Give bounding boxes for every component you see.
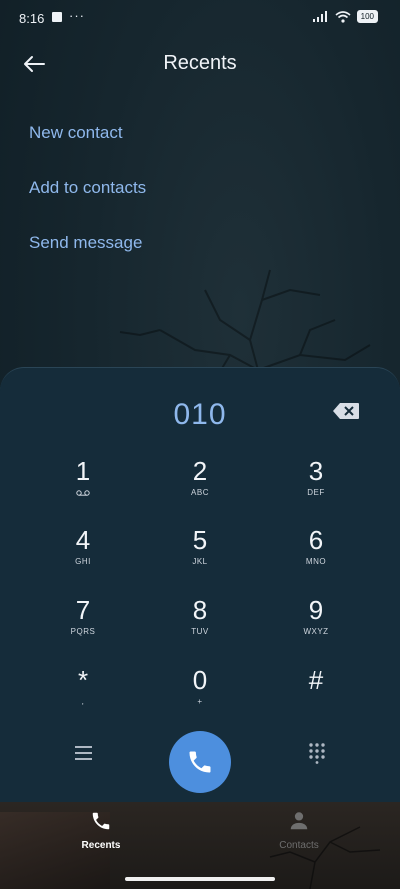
key-hash[interactable]: #: [266, 665, 366, 727]
phone-icon: [189, 751, 211, 773]
key-2[interactable]: 2 ABC: [150, 456, 250, 518]
add-to-contacts-link[interactable]: Add to contacts: [29, 178, 146, 198]
phone-icon: [92, 812, 110, 830]
key-6[interactable]: 6 MNO: [266, 525, 366, 587]
battery-icon: 100: [356, 10, 378, 23]
nav-recents[interactable]: Recents: [51, 810, 151, 851]
menu-icon[interactable]: [74, 745, 94, 761]
bottom-navigation: Recents Contacts: [0, 802, 400, 889]
call-button[interactable]: [169, 731, 231, 793]
send-message-link[interactable]: Send message: [29, 233, 142, 253]
backspace-icon[interactable]: [332, 402, 360, 420]
signal-icon: [312, 11, 327, 22]
key-3[interactable]: 3 DEF: [266, 456, 366, 518]
voicemail-icon: [76, 490, 90, 496]
key-7[interactable]: 7 PQRS: [33, 595, 133, 657]
key-9[interactable]: 9 WXYZ: [266, 595, 366, 657]
page-title: Recents: [163, 52, 237, 74]
key-1[interactable]: 1: [33, 456, 133, 518]
app-header: Recents: [0, 40, 400, 90]
key-0[interactable]: 0 +: [150, 665, 250, 727]
status-time: 8:16: [19, 11, 45, 26]
notification-icon: [52, 12, 62, 22]
key-4[interactable]: 4 GHI: [33, 525, 133, 587]
home-indicator[interactable]: [125, 877, 275, 881]
nav-recents-label: Recents: [81, 840, 121, 851]
key-8[interactable]: 8 TUV: [150, 595, 250, 657]
new-contact-link[interactable]: New contact: [29, 123, 123, 143]
more-notifications-icon: ···: [69, 8, 85, 23]
status-bar: 8:16 ··· 100: [0, 0, 400, 38]
nav-contacts[interactable]: Contacts: [249, 810, 349, 851]
key-star[interactable]: * ,: [33, 665, 133, 727]
wifi-icon: [335, 10, 351, 23]
nav-contacts-label: Contacts: [279, 840, 319, 851]
dialpad-grid-icon[interactable]: [308, 742, 326, 764]
key-5[interactable]: 5 JKL: [150, 525, 250, 587]
person-icon: [290, 812, 308, 830]
